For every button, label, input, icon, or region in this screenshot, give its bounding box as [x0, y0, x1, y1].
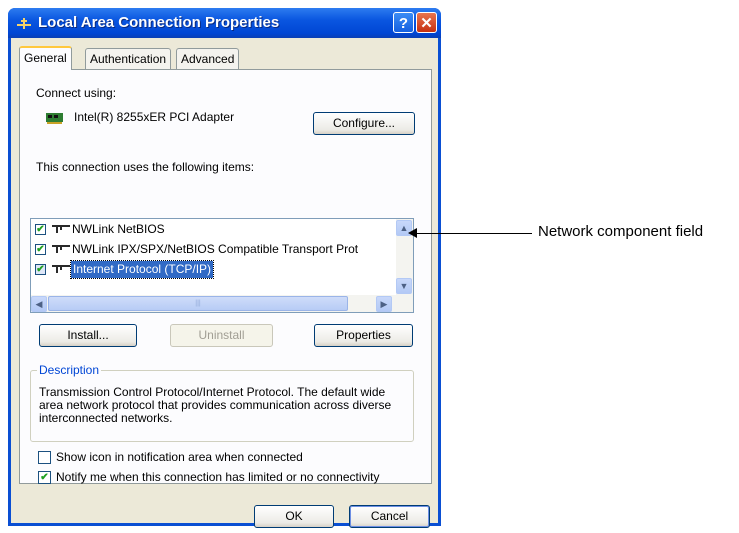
properties-dialog: Local Area Connection Properties ? ✕ Gen… [8, 8, 441, 528]
show-icon-checkbox[interactable] [38, 451, 51, 464]
scroll-left-icon[interactable]: ◀ [31, 296, 47, 312]
ok-button[interactable]: OK [254, 505, 334, 528]
protocol-icon [52, 265, 70, 273]
item-checkbox[interactable]: ✔ [35, 224, 46, 235]
item-label: NWLink IPX/SPX/NetBIOS Compatible Transp… [72, 242, 359, 256]
item-label: NWLink NetBIOS [72, 222, 165, 236]
install-button[interactable]: Install... [39, 324, 137, 347]
network-adapter-icon [46, 113, 63, 124]
general-tab-panel: Connect using: Intel(R) 8255xER PCI Adap… [19, 69, 432, 484]
scroll-down-icon[interactable]: ▼ [396, 278, 412, 294]
cancel-button[interactable]: Cancel [349, 505, 430, 528]
dialog-body: General Authentication Advanced Connect … [11, 38, 438, 528]
item-checkbox[interactable]: ✔ [35, 264, 46, 275]
items-label: This connection uses the following items… [36, 160, 255, 174]
description-title: Description [37, 363, 102, 377]
show-icon-label[interactable]: Show icon in notification area when conn… [56, 450, 303, 464]
help-button[interactable]: ? [393, 12, 414, 33]
properties-button[interactable]: Properties [314, 324, 413, 347]
description-group: Description Transmission Control Protoco… [30, 363, 414, 442]
network-components-list[interactable]: ✔ NWLink NetBIOS ✔ NWLink IPX/SPX/NetBIO… [30, 218, 414, 313]
description-text: Transmission Control Protocol/Internet P… [39, 385, 392, 425]
callout-arrow-icon [408, 228, 417, 238]
notify-label[interactable]: Notify me when this connection has limit… [56, 470, 380, 484]
item-checkbox[interactable]: ✔ [35, 244, 46, 255]
configure-button[interactable]: Configure... [313, 112, 415, 135]
callout-label: Network component field [538, 223, 704, 240]
protocol-icon [52, 245, 70, 253]
scroll-right-icon[interactable]: ▶ [376, 296, 392, 312]
protocol-icon [52, 225, 70, 233]
network-connection-icon [17, 18, 31, 29]
connect-using-label: Connect using: [36, 86, 117, 100]
close-button[interactable]: ✕ [416, 12, 437, 33]
horizontal-scroll-thumb[interactable]: ||| [48, 296, 348, 311]
item-label: Internet Protocol (TCP/IP) [69, 260, 215, 279]
tab-advanced[interactable]: Advanced [176, 48, 240, 69]
adapter-name: Intel(R) 8255xER PCI Adapter [74, 110, 235, 124]
horizontal-scrollbar[interactable]: ◀ ||| ▶ [31, 295, 413, 312]
uninstall-button: Uninstall [170, 324, 273, 347]
window-title: Local Area Connection Properties [38, 14, 280, 31]
tab-authentication[interactable]: Authentication [85, 48, 172, 69]
title-bar[interactable]: Local Area Connection Properties ? ✕ [8, 8, 441, 38]
tab-general[interactable]: General [19, 46, 72, 70]
callout-line [414, 233, 532, 234]
notify-checkbox[interactable]: ✔ [38, 471, 51, 484]
